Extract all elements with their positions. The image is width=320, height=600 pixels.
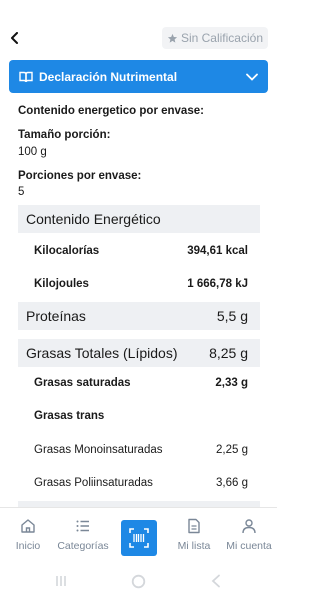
nav-home-label: Inicio: [15, 540, 41, 552]
kcal-value: 394,61 kcal: [187, 245, 248, 257]
recent-apps-button[interactable]: [53, 573, 69, 589]
total-fat-label: Grasas Totales (Lípidos): [26, 345, 178, 361]
home-system-button[interactable]: [130, 573, 146, 589]
kcal-label: Kilocalorías: [34, 245, 100, 257]
top-bar: Sin Calificación: [0, 24, 277, 54]
user-icon: [242, 519, 256, 534]
total-fat-row: Grasas Totales (Lípidos) 8,25 g: [18, 339, 260, 367]
chevron-down-icon: [246, 73, 258, 81]
chevron-left-icon: [211, 574, 220, 588]
barcode-scan-icon: [129, 528, 149, 548]
nav-my-account[interactable]: Mi cuenta: [219, 518, 279, 552]
recent-apps-icon: [56, 576, 66, 586]
trans-fat-label: Grasas trans: [34, 410, 105, 422]
monounsaturated-fat-label: Grasas Monoinsaturadas: [34, 444, 163, 456]
trans-fat-row: Grasas trans: [18, 402, 260, 430]
energy-header-row: Contenido Energético: [18, 205, 260, 233]
accordion-title: Declaración Nutrimental: [39, 69, 178, 84]
nav-my-list-label: Mi lista: [177, 540, 211, 552]
kcal-row: Kilocalorías 394,61 kcal: [18, 237, 260, 265]
bottom-navigation: Inicio Categorías Mi lista Mi cuenta: [0, 507, 277, 562]
monounsaturated-fat-row: Grasas Monoinsaturadas 2,25 g: [18, 436, 260, 464]
book-icon: [19, 71, 33, 82]
rating-label: Sin Calificación: [180, 31, 263, 45]
scan-barcode-button[interactable]: [121, 520, 157, 556]
list-icon: [76, 520, 89, 532]
home-icon: [21, 519, 35, 533]
saturated-fat-label: Grasas saturadas: [34, 377, 131, 389]
total-fat-value: 8,25 g: [209, 345, 248, 361]
kj-label: Kilojoules: [34, 278, 89, 290]
portion-size-value: 100 g: [18, 146, 47, 158]
back-button[interactable]: [4, 27, 26, 49]
nav-categories-label: Categorías: [57, 540, 109, 552]
portions-per-container-label: Porciones por envase:: [18, 170, 142, 182]
portions-per-container-value: 5: [18, 186, 25, 198]
energy-header-label: Contenido Energético: [26, 211, 161, 227]
polyunsaturated-fat-value: 3,66 g: [216, 477, 248, 489]
nav-home[interactable]: Inicio: [0, 518, 58, 552]
nav-categories[interactable]: Categorías: [53, 518, 113, 552]
nutrition-accordion-header[interactable]: Declaración Nutrimental: [9, 60, 268, 93]
nav-my-account-label: Mi cuenta: [226, 540, 272, 552]
rating-badge[interactable]: Sin Calificación: [161, 27, 268, 49]
nav-my-list[interactable]: Mi lista: [164, 518, 224, 552]
circle-home-icon: [131, 574, 145, 588]
portion-size-label: Tamaño porción:: [18, 129, 111, 141]
energy-per-container-label: Contenido energetico por envase:: [18, 105, 204, 117]
document-icon: [188, 518, 200, 534]
kj-value: 1 666,78 kJ: [187, 278, 248, 290]
polyunsaturated-fat-label: Grasas Poliinsaturadas: [34, 477, 153, 489]
saturated-fat-row: Grasas saturadas 2,33 g: [18, 369, 260, 397]
polyunsaturated-fat-row: Grasas Poliinsaturadas 3,66 g: [18, 469, 260, 497]
back-arrow-icon: [11, 32, 18, 44]
protein-label: Proteínas: [26, 308, 86, 324]
monounsaturated-fat-value: 2,25 g: [216, 444, 248, 456]
back-system-button[interactable]: [208, 573, 224, 589]
system-navigation-bar: [0, 562, 277, 600]
kj-row: Kilojoules 1 666,78 kJ: [18, 270, 260, 298]
saturated-fat-value: 2,33 g: [215, 377, 248, 389]
protein-value: 5,5 g: [216, 308, 248, 324]
star-icon: [167, 33, 178, 43]
nutrition-content[interactable]: Contenido energetico por envase: Tamaño …: [0, 93, 277, 507]
protein-row: Proteínas 5,5 g: [18, 302, 260, 330]
